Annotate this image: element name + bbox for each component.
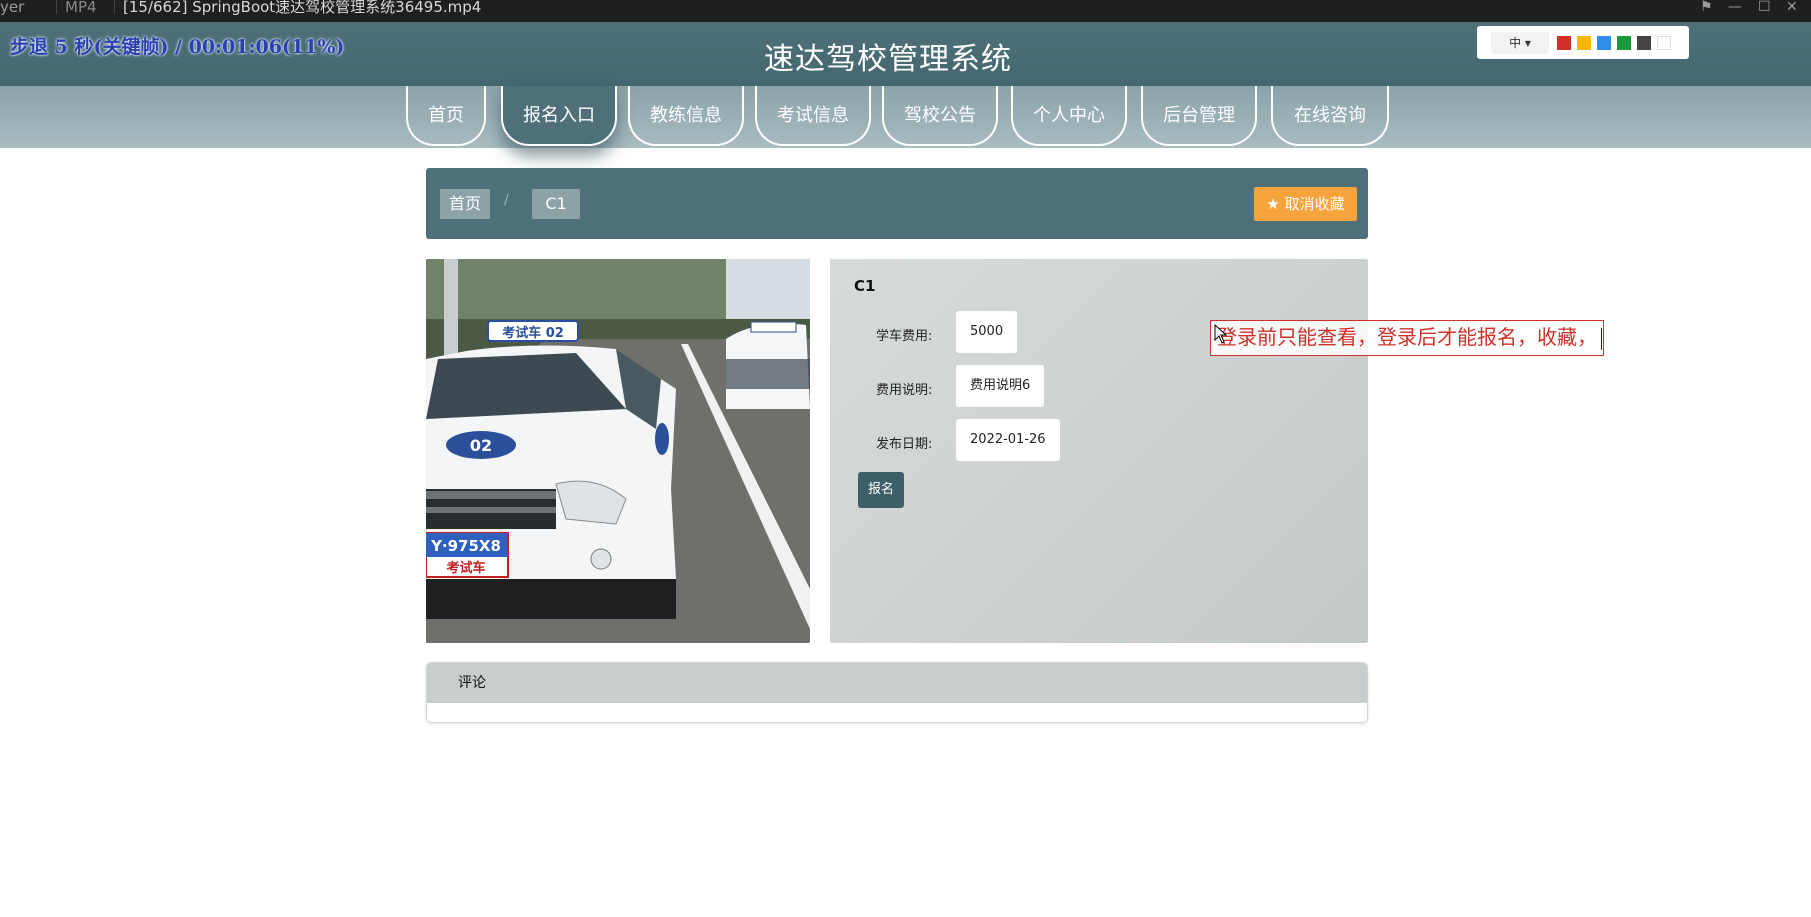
door-number-text: 02 [470,436,492,455]
theme-swatch-blue[interactable] [1597,36,1611,50]
publish-date-label: 发布日期: [876,437,933,452]
maximize-icon[interactable]: ☐ [1758,0,1771,14]
course-name: C1 [854,277,876,295]
pin-icon[interactable]: ⚑ [1700,0,1713,14]
theme-swatch-yellow[interactable] [1577,36,1591,50]
breadcrumb-home[interactable]: 首页 [440,189,490,219]
theme-swatch-red[interactable] [1557,36,1571,50]
theme-swatch-dark[interactable] [1637,36,1651,50]
player-title-bar: yer MP4 [15/662] SpringBoot速达驾校管理系统36495… [0,0,1811,22]
comments-title: 评论 [427,663,1367,703]
nav-item-notices[interactable]: 驾校公告 [882,86,998,146]
annotation-text: 登录前只能查看，登录后才能报名，收藏， [1217,325,1597,349]
breadcrumb: 首页 / C1 ★ 取消收藏 [426,168,1368,239]
breadcrumb-current: C1 [532,189,580,219]
language-select[interactable]: 中 ▾ [1491,32,1549,54]
nav-item-enroll[interactable]: 报名入口 [501,86,617,146]
signup-button[interactable]: 报名 [858,472,904,508]
text-caret [1601,327,1602,350]
roof-sign-text: 考试车 02 [502,325,564,341]
course-detail-panel: C1 学车费用: 5000 费用说明: 费用说明6 发布日期: 2022-01-… [830,259,1368,643]
publish-date-value: 2022-01-26 [956,419,1060,461]
license-plate-text: Y·975X8 [430,537,501,555]
theme-swatch-green[interactable] [1617,36,1631,50]
player-app-label: yer [0,0,25,16]
theme-switcher: 中 ▾ [1477,26,1689,59]
annotation-textbox[interactable]: 登录前只能查看，登录后才能报名，收藏， [1210,320,1604,356]
player-file-title: [15/662] SpringBoot速达驾校管理系统36495.mp4 [114,0,481,15]
nav-item-coaches[interactable]: 教练信息 [628,86,744,146]
fee-note-label: 费用说明: [876,383,933,398]
nav-item-admin[interactable]: 后台管理 [1141,86,1257,146]
theme-swatch-white[interactable] [1657,36,1671,50]
fee-note-value: 费用说明6 [956,365,1045,407]
minimize-icon[interactable]: — [1728,0,1742,14]
player-format-label: MP4 [56,0,97,15]
nav-item-profile[interactable]: 个人中心 [1011,86,1127,146]
comments-box: 评论 [426,662,1368,723]
course-photo: 考试车 02 02 Y·975X8 考试车 [426,259,810,643]
close-icon[interactable]: ✕ [1786,0,1798,14]
fee-label: 学车费用: [876,329,933,344]
plate-sub-text: 考试车 [446,560,485,576]
fee-value: 5000 [956,311,1018,353]
comments-body [427,703,1367,722]
mouse-pointer-icon [1214,324,1228,344]
exam-car-illustration: 考试车 02 02 Y·975X8 考试车 [426,259,810,643]
nav-item-exams[interactable]: 考试信息 [755,86,871,146]
nav-item-home[interactable]: 首页 [406,86,486,146]
nav-item-consult[interactable]: 在线咨询 [1271,86,1389,146]
breadcrumb-separator: / [504,192,509,208]
unfavorite-button[interactable]: ★ 取消收藏 [1254,187,1357,221]
